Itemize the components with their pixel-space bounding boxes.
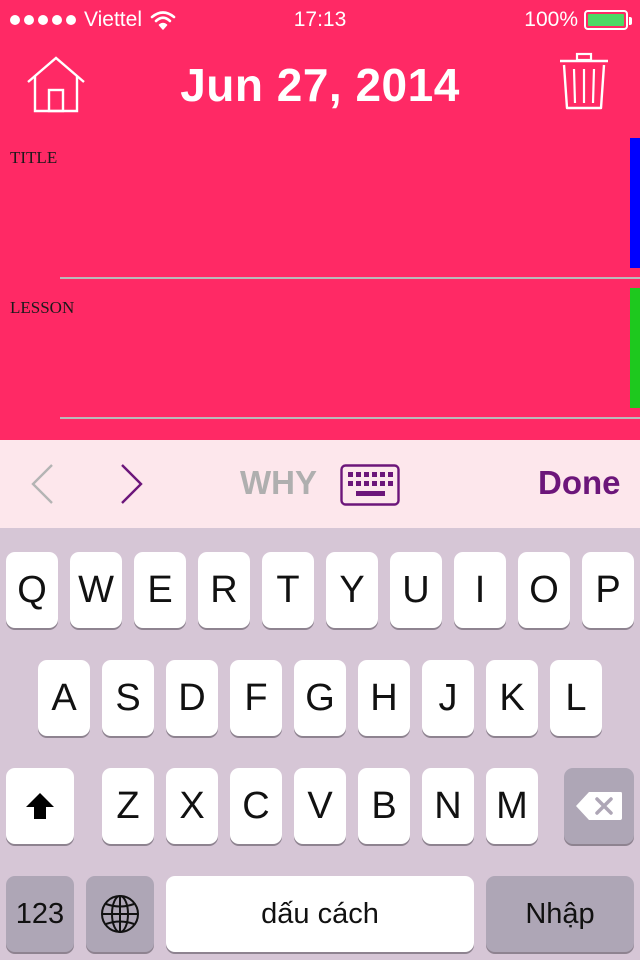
battery-nub bbox=[629, 17, 632, 25]
chevron-right-icon[interactable] bbox=[116, 462, 146, 506]
key-w[interactable]: W bbox=[70, 552, 122, 628]
globe-icon bbox=[101, 895, 139, 933]
trash-icon[interactable] bbox=[558, 52, 610, 112]
key-k[interactable]: K bbox=[486, 660, 538, 736]
key-t[interactable]: T bbox=[262, 552, 314, 628]
key-v[interactable]: V bbox=[294, 768, 346, 844]
globe-key[interactable] bbox=[86, 876, 154, 952]
title-input[interactable] bbox=[0, 140, 626, 278]
key-y[interactable]: Y bbox=[326, 552, 378, 628]
title-divider bbox=[60, 277, 640, 279]
return-key[interactable]: Nhập bbox=[486, 876, 634, 952]
key-s[interactable]: S bbox=[102, 660, 154, 736]
nav-bar: Jun 27, 2014 bbox=[0, 40, 640, 132]
battery-icon bbox=[584, 10, 632, 30]
key-h[interactable]: H bbox=[358, 660, 410, 736]
chevron-left-icon[interactable] bbox=[28, 462, 58, 506]
key-e[interactable]: E bbox=[134, 552, 186, 628]
delete-key[interactable] bbox=[564, 768, 634, 844]
key-n[interactable]: N bbox=[422, 768, 474, 844]
key-m[interactable]: M bbox=[486, 768, 538, 844]
input-toolbar: WHY Done bbox=[0, 440, 640, 528]
delete-icon bbox=[576, 792, 622, 820]
key-g[interactable]: G bbox=[294, 660, 346, 736]
shift-icon bbox=[26, 793, 54, 819]
keyboard-icon[interactable] bbox=[340, 464, 400, 506]
key-a[interactable]: A bbox=[38, 660, 90, 736]
done-button[interactable]: Done bbox=[538, 464, 621, 502]
title-color-marker bbox=[630, 138, 640, 268]
key-z[interactable]: Z bbox=[102, 768, 154, 844]
battery-percent: 100% bbox=[524, 8, 578, 31]
why-button[interactable]: WHY bbox=[240, 464, 317, 502]
note-editor: Viettel 17:13 100% Jun 27, 2014 TITLE LE… bbox=[0, 0, 640, 440]
numbers-key[interactable]: 123 bbox=[6, 876, 74, 952]
lesson-divider bbox=[60, 417, 640, 419]
key-c[interactable]: C bbox=[230, 768, 282, 844]
key-l[interactable]: L bbox=[550, 660, 602, 736]
key-o[interactable]: O bbox=[518, 552, 570, 628]
key-r[interactable]: R bbox=[198, 552, 250, 628]
key-b[interactable]: B bbox=[358, 768, 410, 844]
key-i[interactable]: I bbox=[454, 552, 506, 628]
lesson-color-marker bbox=[630, 288, 640, 408]
lesson-input[interactable] bbox=[0, 290, 626, 416]
screen: Viettel 17:13 100% Jun 27, 2014 TITLE LE… bbox=[0, 0, 640, 960]
status-bar: Viettel 17:13 100% bbox=[0, 0, 640, 40]
key-p[interactable]: P bbox=[582, 552, 634, 628]
key-d[interactable]: D bbox=[166, 660, 218, 736]
key-x[interactable]: X bbox=[166, 768, 218, 844]
keyboard: Q W E R T Y U I O P A S D F G H J K L Z … bbox=[0, 528, 640, 960]
key-j[interactable]: J bbox=[422, 660, 474, 736]
battery-level bbox=[588, 14, 624, 26]
status-right: 100% bbox=[524, 8, 632, 32]
page-title: Jun 27, 2014 bbox=[180, 59, 460, 111]
key-f[interactable]: F bbox=[230, 660, 282, 736]
shift-key[interactable] bbox=[6, 768, 74, 844]
space-key[interactable]: dấu cách bbox=[166, 876, 474, 952]
key-q[interactable]: Q bbox=[6, 552, 58, 628]
key-u[interactable]: U bbox=[390, 552, 442, 628]
